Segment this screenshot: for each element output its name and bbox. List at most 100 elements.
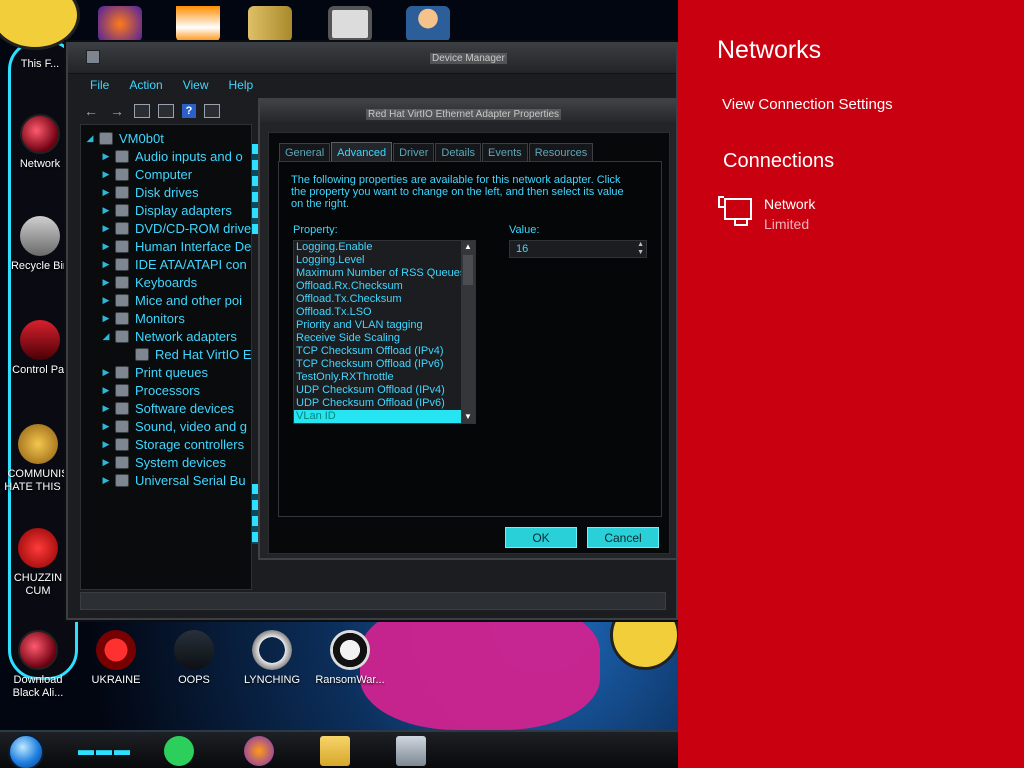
tree-item-mice[interactable]: ▶ Mice and other poi [99,291,242,309]
spotify-icon[interactable] [164,736,194,766]
expand-arrow-icon[interactable]: ▶ [99,457,113,468]
device-manager-icon[interactable] [396,736,426,766]
desktop-icon-chuzzin[interactable]: CHUZZIN CUM [0,528,76,598]
collapse-arrow-icon[interactable]: ◢ [99,331,113,342]
expand-arrow-icon[interactable]: ▶ [99,187,113,198]
hxd-icon[interactable] [248,6,292,42]
expand-arrow-icon[interactable]: ▶ [99,151,113,162]
tree-item-redhat-virtio[interactable]: Red Hat VirtIO E [133,345,251,363]
window-titlebar[interactable]: Device Manager [68,44,676,74]
property-item[interactable]: Receive Side Scaling [294,332,461,345]
tree-item-hid[interactable]: ▶ Human Interface De [99,237,251,255]
property-item[interactable]: Logging.Enable [294,241,461,254]
adapter-properties-dialog[interactable]: Red Hat VirtIO Ethernet Adapter Properti… [258,98,678,560]
tree-root[interactable]: ◢ VM0b0t [83,129,164,147]
expand-arrow-icon[interactable]: ▶ [99,223,113,234]
menu-file[interactable]: File [80,76,119,96]
tab-resources[interactable]: Resources [528,143,594,161]
property-list-scrollbar[interactable]: ▲ ▼ [461,241,475,423]
tree-item-disk-drives[interactable]: ▶ Disk drives [99,183,199,201]
firefox-icon[interactable] [244,736,274,766]
scroll-up-arrow-icon[interactable]: ▲ [461,241,475,253]
tree-item-ide[interactable]: ▶ IDE ATA/ATAPI con [99,255,247,273]
value-spinbox[interactable]: 16 ▲ ▼ [509,240,647,258]
tree-item-keyboards[interactable]: ▶ Keyboards [99,273,198,291]
forward-arrow-icon[interactable]: → [108,103,126,119]
properties-icon[interactable] [158,104,174,118]
firefox-icon[interactable] [98,6,142,42]
tree-item-system-devices[interactable]: ▶ System devices [99,453,227,471]
tree-item-network-adapters[interactable]: ◢ Network adapters [99,327,237,345]
property-item-selected[interactable]: VLan ID [294,410,461,423]
desktop-icon-lynching[interactable]: LYNCHING [234,630,310,687]
property-item[interactable]: UDP Checksum Offload (IPv6) [294,397,461,410]
tab-driver[interactable]: Driver [393,143,435,161]
collapse-arrow-icon[interactable]: ◢ [83,133,97,144]
desktop-icon-download[interactable]: Download Black Ali... [0,630,76,700]
menu-view[interactable]: View [173,76,219,96]
tab-details[interactable]: Details [435,143,482,161]
expand-arrow-icon[interactable]: ▶ [99,385,113,396]
expand-arrow-icon[interactable]: ▶ [99,439,113,450]
scroll-down-arrow-icon[interactable]: ▼ [461,411,475,423]
property-item[interactable]: TCP Checksum Offload (IPv4) [294,345,461,358]
tree-item-storage[interactable]: ▶ Storage controllers [99,435,245,453]
view-connection-settings-link[interactable]: View Connection Settings [722,96,893,113]
property-item[interactable]: Priority and VLAN tagging [294,319,461,332]
expand-arrow-icon[interactable]: ▶ [99,205,113,216]
tab-general[interactable]: General [279,143,331,161]
show-action-pane-icon[interactable] [204,104,220,118]
property-listbox[interactable]: Logging.Enable Logging.Level Maximum Num… [293,240,476,424]
tab-advanced[interactable]: Advanced [331,142,393,161]
network-connection-item[interactable]: Network Limited [718,194,982,238]
tree-item-display-adapters[interactable]: ▶ Display adapters [99,201,232,219]
desktop-icon-oops[interactable]: OOPS [156,630,232,687]
expand-arrow-icon[interactable]: ▶ [99,169,113,180]
vlc-icon[interactable] [176,6,220,42]
expand-arrow-icon[interactable]: ▶ [99,403,113,414]
property-item[interactable]: UDP Checksum Offload (IPv4) [294,384,461,397]
tree-item-software-devices[interactable]: ▶ Software devices [99,399,234,417]
show-hide-console-tree-icon[interactable] [134,104,150,118]
expand-arrow-icon[interactable]: ▶ [99,259,113,270]
tree-item-processors[interactable]: ▶ Processors [99,381,201,399]
tree-item-sound[interactable]: ▶ Sound, video and g [99,417,248,435]
tree-item-audio[interactable]: ▶ Audio inputs and o [99,147,243,165]
expand-arrow-icon[interactable]: ▶ [99,313,113,324]
expand-arrow-icon[interactable]: ▶ [99,421,113,432]
expand-arrow-icon[interactable]: ▶ [99,367,113,378]
property-item[interactable]: Offload.Tx.Checksum [294,293,461,306]
dialog-titlebar[interactable]: Red Hat VirtIO Ethernet Adapter Properti… [260,100,676,122]
back-arrow-icon[interactable]: ← [82,103,100,119]
expand-arrow-icon[interactable]: ▶ [99,241,113,252]
desktop-icon-ukraine[interactable]: UKRAINE [78,630,154,687]
property-item[interactable]: TCP Checksum Offload (IPv6) [294,358,461,371]
property-item[interactable]: Maximum Number of RSS Queues [294,267,465,280]
user-avatar-icon[interactable] [406,6,450,42]
tree-item-computer[interactable]: ▶ Computer [99,165,193,183]
tab-events[interactable]: Events [482,143,528,161]
help-icon[interactable]: ? [182,104,196,118]
desktop-icon-communism[interactable]: COMMUNIS HATE THIS C [0,424,76,494]
property-item[interactable]: Logging.Level [294,254,461,267]
expand-arrow-icon[interactable]: ▶ [99,295,113,306]
desktop-icon-ransomware[interactable]: RansomWar... [312,630,388,687]
tree-item-monitors[interactable]: ▶ Monitors [99,309,185,327]
tree-item-print-queues[interactable]: ▶ Print queues [99,363,208,381]
spinner-arrows-icon[interactable]: ▲ ▼ [637,241,644,257]
expand-arrow-icon[interactable]: ▶ [99,277,113,288]
scroll-thumb[interactable] [463,255,473,285]
ok-button[interactable]: OK [505,527,577,548]
file-explorer-icon[interactable] [320,736,350,766]
property-item[interactable]: TestOnly.RXThrottle [294,371,461,384]
property-item[interactable]: Offload.Tx.LSO [294,306,461,319]
tree-item-dvd[interactable]: ▶ DVD/CD-ROM drive [99,219,251,237]
tree-item-usb[interactable]: ▶ Universal Serial Bu [99,471,246,489]
cancel-button[interactable]: Cancel [587,527,659,548]
menu-action[interactable]: Action [119,76,172,96]
expand-arrow-icon[interactable]: ▶ [99,475,113,486]
start-orb-icon[interactable] [8,734,44,768]
menu-help[interactable]: Help [219,76,264,96]
property-item[interactable]: Offload.Rx.Checksum [294,280,461,293]
maze-app-icon[interactable] [328,6,372,42]
